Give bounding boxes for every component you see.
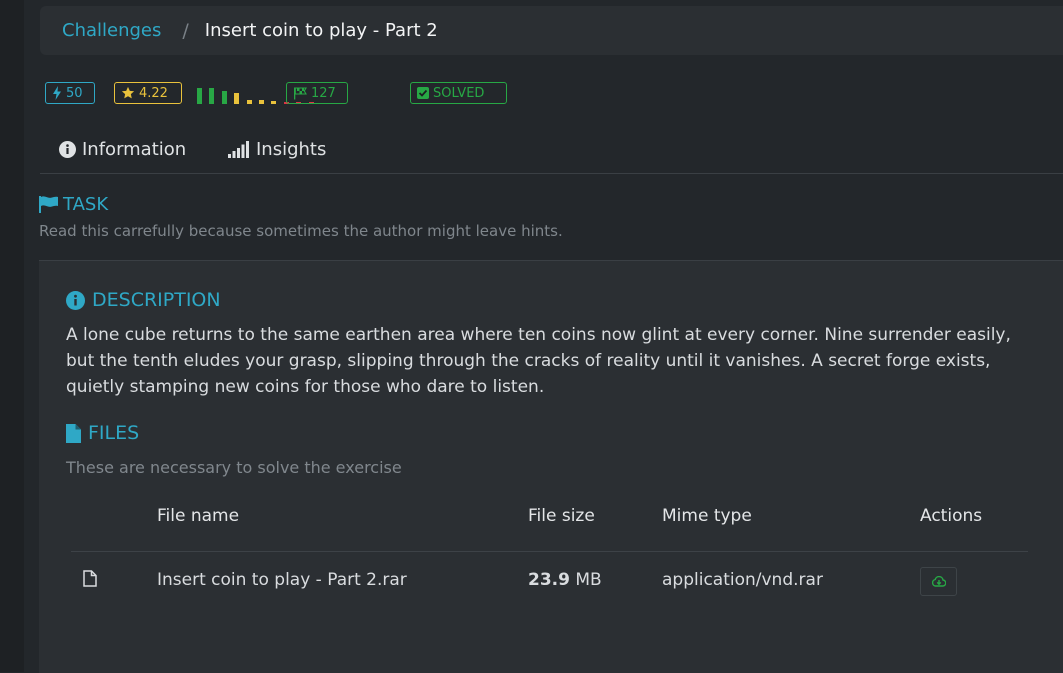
difficulty-bar <box>246 99 252 104</box>
files-subtitle: These are necessary to solve the exercis… <box>66 458 402 477</box>
rating-badge: 4.22 <box>114 82 182 104</box>
info-circle-icon <box>66 290 85 310</box>
breadcrumb: Challenges / Insert coin to play - Part … <box>40 6 1063 55</box>
tab-information[interactable]: Information <box>59 139 186 160</box>
checkered-flag-icon <box>294 86 307 99</box>
tab-information-label: Information <box>82 139 187 160</box>
file-size-unit: MB <box>575 570 602 590</box>
description-text: A lone cube returns to the same earthen … <box>66 325 1011 397</box>
task-title: TASK <box>63 194 109 215</box>
task-heading: TASK <box>39 194 108 215</box>
column-header-file-name: File name <box>157 506 240 526</box>
status-label: SOLVED <box>433 85 485 101</box>
info-circle-icon <box>59 141 76 158</box>
page-title: Insert coin to play - Part 2 <box>204 20 438 41</box>
file-name: Insert coin to play - Part 2.rar <box>157 570 407 590</box>
points-badge: 50 <box>45 82 95 104</box>
points-value: 50 <box>66 85 83 101</box>
files-title: FILES <box>88 422 140 444</box>
cloud-download-icon <box>931 576 946 587</box>
file-size: 23.9 MB <box>528 570 602 590</box>
signal-bars-icon <box>228 141 249 158</box>
difficulty-bar <box>259 100 264 104</box>
description-heading: DESCRIPTION <box>66 289 221 311</box>
tab-bar: Information Insights <box>40 133 1063 174</box>
table-row: Insert coin to play - Part 2.rar 23.9 MB… <box>71 551 1028 613</box>
column-header-actions: Actions <box>920 506 983 526</box>
difficulty-bar <box>209 87 215 104</box>
difficulty-bar <box>234 93 240 104</box>
difficulty-bar <box>271 101 277 104</box>
column-header-mime-type: Mime type <box>662 506 752 526</box>
task-subtitle: Read this carrefully because sometimes t… <box>39 222 563 240</box>
solves-count: 127 <box>311 85 336 101</box>
star-icon <box>121 86 135 99</box>
file-outline-icon <box>83 570 97 587</box>
file-size-value: 23.9 <box>528 570 570 590</box>
tab-insights[interactable]: Insights <box>228 139 326 160</box>
breadcrumb-separator: / <box>182 19 189 42</box>
breadcrumb-challenges-link[interactable]: Challenges <box>62 20 161 41</box>
flag-icon <box>39 196 58 213</box>
rating-value: 4.22 <box>139 85 168 101</box>
description-title: DESCRIPTION <box>92 289 221 311</box>
difficulty-bar <box>221 91 227 104</box>
check-square-icon <box>417 87 429 99</box>
bolt-icon <box>53 86 61 100</box>
sidebar-strip <box>0 0 24 672</box>
mime-type: application/vnd.rar <box>662 570 823 590</box>
download-button[interactable] <box>920 567 957 596</box>
tab-insights-label: Insights <box>256 139 327 160</box>
solves-badge: 127 <box>286 82 348 104</box>
column-header-file-size: File size <box>528 506 595 526</box>
challenge-card: DESCRIPTION A lone cube returns to the s… <box>39 260 1063 673</box>
files-heading: FILES <box>66 422 139 444</box>
difficulty-bar <box>197 87 202 104</box>
file-icon <box>66 423 81 443</box>
solved-status-badge: SOLVED <box>410 82 507 104</box>
